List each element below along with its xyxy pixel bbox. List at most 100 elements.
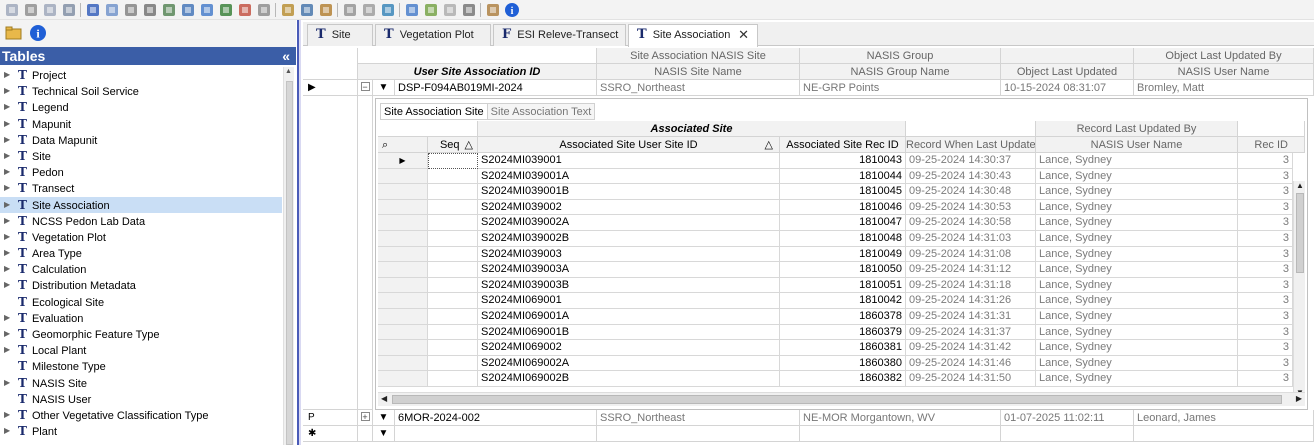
table-row[interactable]: S2024MI039003A 1810050 09-25-2024 14:31:12… bbox=[378, 262, 1305, 278]
associated-site-user-site-id-cell[interactable]: S2024MI039002B bbox=[478, 231, 780, 247]
subgrid-vertical-scrollbar[interactable]: ▲ ▼ bbox=[1293, 181, 1305, 397]
export-icon[interactable] bbox=[180, 2, 196, 18]
column-header[interactable]: NASIS User Name bbox=[1134, 64, 1314, 80]
sort-icon[interactable] bbox=[361, 2, 377, 18]
tab-site[interactable]: T Site bbox=[307, 24, 373, 46]
subgrid-horizontal-scrollbar[interactable]: ◀ ▶ bbox=[378, 392, 1305, 406]
table-list-item[interactable]: ▶ T NASIS Site bbox=[0, 375, 282, 391]
associated-site-user-site-id-cell[interactable]: S2024MI039001A bbox=[478, 168, 780, 185]
expand-arrow-icon[interactable]: ▶ bbox=[4, 423, 10, 439]
seq-cell[interactable] bbox=[428, 231, 478, 247]
row-selector[interactable] bbox=[378, 355, 428, 372]
record-when-last-updated-cell[interactable]: 09-25-2024 14:31:42 bbox=[906, 340, 1036, 356]
rec-id-cell[interactable]: 3 bbox=[1238, 277, 1293, 294]
expand-arrow-icon[interactable]: ▶ bbox=[4, 132, 10, 148]
expand-toggle[interactable] bbox=[358, 426, 373, 442]
column-header-associated-site-user-site-id[interactable]: Associated Site User Site ID △ bbox=[478, 137, 780, 153]
nasis-user-name-cell[interactable]: Lance, Sydney bbox=[1036, 246, 1238, 263]
scroll-up-icon[interactable]: ▲ bbox=[285, 68, 292, 75]
expand-arrow-icon[interactable]: ▶ bbox=[4, 67, 10, 83]
table-list-item[interactable]: ▶ T Evaluation bbox=[0, 310, 282, 326]
row-selector[interactable] bbox=[378, 340, 428, 356]
seq-cell[interactable] bbox=[428, 309, 478, 325]
seq-cell[interactable] bbox=[428, 371, 478, 387]
record-when-last-updated-cell[interactable]: 09-25-2024 14:31:26 bbox=[906, 293, 1036, 309]
settings-icon[interactable] bbox=[256, 2, 272, 18]
object-last-updated-cell[interactable] bbox=[1001, 426, 1134, 442]
edit-icon[interactable] bbox=[299, 2, 315, 18]
expand-toggle[interactable]: − bbox=[358, 80, 373, 96]
nasis-site-name-cell[interactable] bbox=[597, 426, 800, 442]
rec-id-cell[interactable]: 3 bbox=[1238, 153, 1293, 169]
table-row[interactable]: S2024MI069001A 1860378 09-25-2024 14:31:31… bbox=[378, 309, 1305, 325]
tab-vegetation-plot[interactable]: T Vegetation Plot bbox=[375, 24, 491, 46]
table-row[interactable]: S2024MI039003 1810049 09-25-2024 14:31:08 L… bbox=[378, 246, 1305, 263]
expand-arrow-icon[interactable]: ▶ bbox=[4, 164, 10, 180]
associated-site-user-site-id-cell[interactable]: S2024MI039001B bbox=[478, 184, 780, 200]
associated-site-user-site-id-cell[interactable]: S2024MI069001 bbox=[478, 293, 780, 309]
row-selector[interactable] bbox=[378, 262, 428, 278]
close-icon[interactable]: ✕ bbox=[738, 25, 749, 45]
nasis-group-name-cell[interactable] bbox=[800, 426, 1001, 442]
expand-arrow-icon[interactable]: ▶ bbox=[4, 99, 10, 115]
scrollbar-thumb[interactable] bbox=[1296, 193, 1304, 273]
nasis-group-name-cell[interactable]: NE-GRP Points bbox=[800, 80, 1001, 96]
record-when-last-updated-cell[interactable]: 09-25-2024 14:30:53 bbox=[906, 199, 1036, 216]
associated-site-rec-id-cell[interactable]: 1860378 bbox=[780, 309, 906, 325]
table-list-item[interactable]: ▶ T Data Mapunit bbox=[0, 132, 282, 148]
table-row[interactable]: S2024MI039002 1810046 09-25-2024 14:30:53 L… bbox=[378, 199, 1305, 216]
nasis-user-name-cell[interactable]: Lance, Sydney bbox=[1036, 215, 1238, 231]
db2-icon[interactable] bbox=[318, 2, 334, 18]
table-list-item[interactable]: ▶ T Mapunit bbox=[0, 116, 282, 132]
row-dropdown-icon[interactable]: ▼ bbox=[373, 80, 395, 96]
current-row-indicator[interactable]: ▶ bbox=[378, 153, 428, 169]
associated-site-rec-id-cell[interactable]: 1810046 bbox=[780, 199, 906, 216]
nasis-user-name-cell[interactable]: Bromley, Matt bbox=[1134, 80, 1314, 96]
table-list-item[interactable]: ▶ T Project bbox=[0, 67, 282, 83]
record-when-last-updated-cell[interactable]: 09-25-2024 14:30:58 bbox=[906, 215, 1036, 231]
record-when-last-updated-cell[interactable]: 09-25-2024 14:31:03 bbox=[906, 231, 1036, 247]
nasis-user-name-cell[interactable]: Lance, Sydney bbox=[1036, 199, 1238, 216]
row-dropdown-icon[interactable]: ▼ bbox=[373, 426, 395, 442]
search-icon[interactable]: ⌕ bbox=[378, 137, 428, 153]
table-row[interactable]: ▶ S2024MI039001 1810043 09-25-2024 14:30:37… bbox=[378, 153, 1305, 169]
table-list-item[interactable]: T Ecological Site bbox=[0, 294, 282, 310]
rec-id-cell[interactable]: 3 bbox=[1238, 184, 1293, 200]
expand-arrow-icon[interactable]: ▶ bbox=[4, 116, 10, 132]
expand-toggle-icon[interactable]: − bbox=[360, 82, 370, 92]
table-list-item[interactable]: T NASIS User bbox=[0, 391, 282, 407]
row-selector[interactable] bbox=[378, 293, 428, 309]
nasis-user-name-cell[interactable] bbox=[1134, 426, 1314, 442]
record-when-last-updated-cell[interactable]: 09-25-2024 14:31:18 bbox=[906, 277, 1036, 294]
table-list-item[interactable]: ▶ T Local Plant bbox=[0, 342, 282, 358]
tree-icon[interactable] bbox=[218, 2, 234, 18]
rec-id-cell[interactable]: 3 bbox=[1238, 293, 1293, 309]
expand-toggle-icon[interactable]: + bbox=[360, 412, 370, 422]
wizard-icon[interactable] bbox=[142, 2, 158, 18]
associated-site-rec-id-cell[interactable]: 1860381 bbox=[780, 340, 906, 356]
tab-esi-releve-transect[interactable]: F ESI Releve-Transect bbox=[493, 24, 626, 46]
seq-cell[interactable] bbox=[428, 246, 478, 263]
associated-site-rec-id-cell[interactable]: 1810051 bbox=[780, 277, 906, 294]
associated-site-user-site-id-cell[interactable]: S2024MI069002A bbox=[478, 355, 780, 372]
expand-toggle[interactable]: + bbox=[358, 410, 373, 426]
row-selector[interactable] bbox=[378, 371, 428, 387]
associated-site-user-site-id-cell[interactable]: S2024MI069002B bbox=[478, 371, 780, 387]
scrollbar-thumb[interactable] bbox=[392, 395, 1282, 404]
expand-arrow-icon[interactable]: ▶ bbox=[4, 261, 10, 277]
associated-site-user-site-id-cell[interactable]: S2024MI039001 bbox=[478, 153, 780, 169]
tab-site-association[interactable]: T Site Association ✕ bbox=[628, 24, 758, 47]
info-icon[interactable]: i bbox=[28, 23, 48, 43]
associated-site-rec-id-cell[interactable]: 1810044 bbox=[780, 168, 906, 185]
expand-arrow-icon[interactable]: ▶ bbox=[4, 407, 10, 423]
shuffle-icon[interactable] bbox=[342, 2, 358, 18]
query-icon[interactable] bbox=[461, 2, 477, 18]
record-when-last-updated-cell[interactable]: 09-25-2024 14:30:37 bbox=[906, 153, 1036, 169]
paste-icon[interactable] bbox=[42, 2, 58, 18]
associated-site-rec-id-cell[interactable]: 1860379 bbox=[780, 324, 906, 341]
seq-cell[interactable] bbox=[428, 293, 478, 309]
nasis-user-name-cell[interactable]: Lance, Sydney bbox=[1036, 371, 1238, 387]
table-list-item[interactable]: ▶ T Vegetation Plot bbox=[0, 229, 282, 245]
tab-site-association-site[interactable]: Site Association Site bbox=[380, 103, 488, 120]
table-list-item[interactable]: ▶ T Technical Soil Service bbox=[0, 83, 282, 99]
